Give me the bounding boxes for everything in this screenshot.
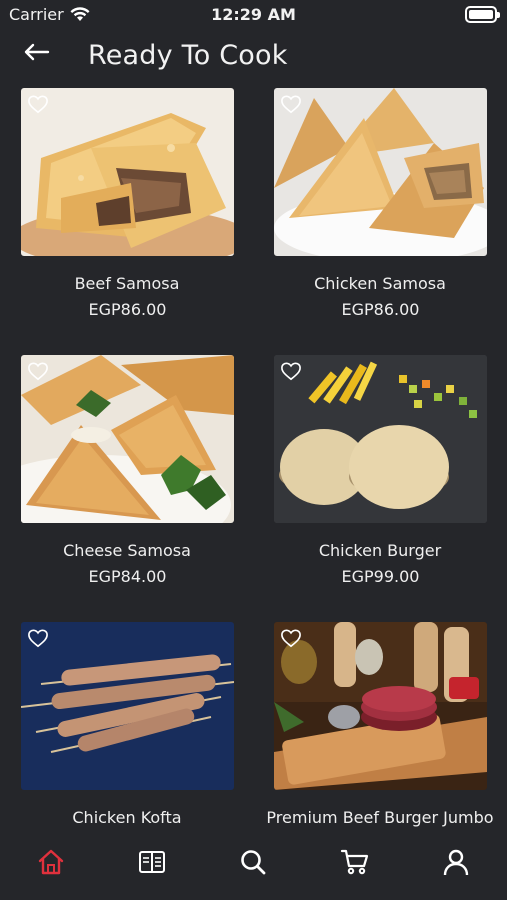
home-icon [38,849,63,875]
product-card[interactable]: Beef Samosa EGP86.00 [21,88,234,319]
product-name: Cheese Samosa [63,541,191,560]
tab-search[interactable] [233,842,273,882]
product-image[interactable] [21,88,234,256]
tab-profile[interactable] [436,842,476,882]
tab-cart[interactable] [335,842,375,882]
product-name: Chicken Burger [318,541,442,560]
product-price: EGP84.00 [88,567,167,586]
product-name: Chicken Kofta [72,808,182,827]
product-image[interactable] [274,355,487,523]
favorite-heart-icon[interactable] [27,628,49,648]
profile-icon [444,849,469,876]
cart-icon [340,849,368,875]
search-icon [241,850,266,875]
product-name: Beef Samosa [74,274,180,293]
product-card[interactable]: Chicken Kofta [21,622,234,827]
product-image[interactable] [274,622,487,790]
favorite-heart-icon[interactable] [280,94,302,114]
product-price: EGP86.00 [341,300,420,319]
menu-book-icon [139,851,166,873]
product-image[interactable] [21,622,234,790]
favorite-heart-icon[interactable] [27,361,49,381]
favorite-heart-icon[interactable] [27,94,49,114]
product-image[interactable] [274,88,487,256]
product-name: Premium Beef Burger Jumbo [266,808,494,827]
product-image[interactable] [21,355,234,523]
product-card[interactable]: Premium Beef Burger Jumbo [266,622,494,827]
favorite-heart-icon[interactable] [280,628,302,648]
product-card[interactable]: Cheese Samosa EGP84.00 [21,355,234,586]
favorite-heart-icon[interactable] [280,361,302,381]
product-card[interactable]: Chicken Samosa EGP86.00 [274,88,487,319]
product-card[interactable]: Chicken Burger EGP99.00 [274,355,487,586]
product-name: Chicken Samosa [314,274,446,293]
back-arrow-icon[interactable] [22,38,52,68]
bottom-tab-bar [0,836,507,900]
header: Ready To Cook [0,30,507,86]
tab-home[interactable] [31,842,71,882]
status-time: 12:29 AM [211,5,296,24]
battery-icon [465,6,500,23]
product-price: EGP99.00 [341,567,420,586]
product-price: EGP86.00 [88,300,167,319]
page-title: Ready To Cook [88,40,288,71]
status-bar: Carrier 12:29 AM [0,0,507,30]
tab-menu[interactable] [132,842,172,882]
